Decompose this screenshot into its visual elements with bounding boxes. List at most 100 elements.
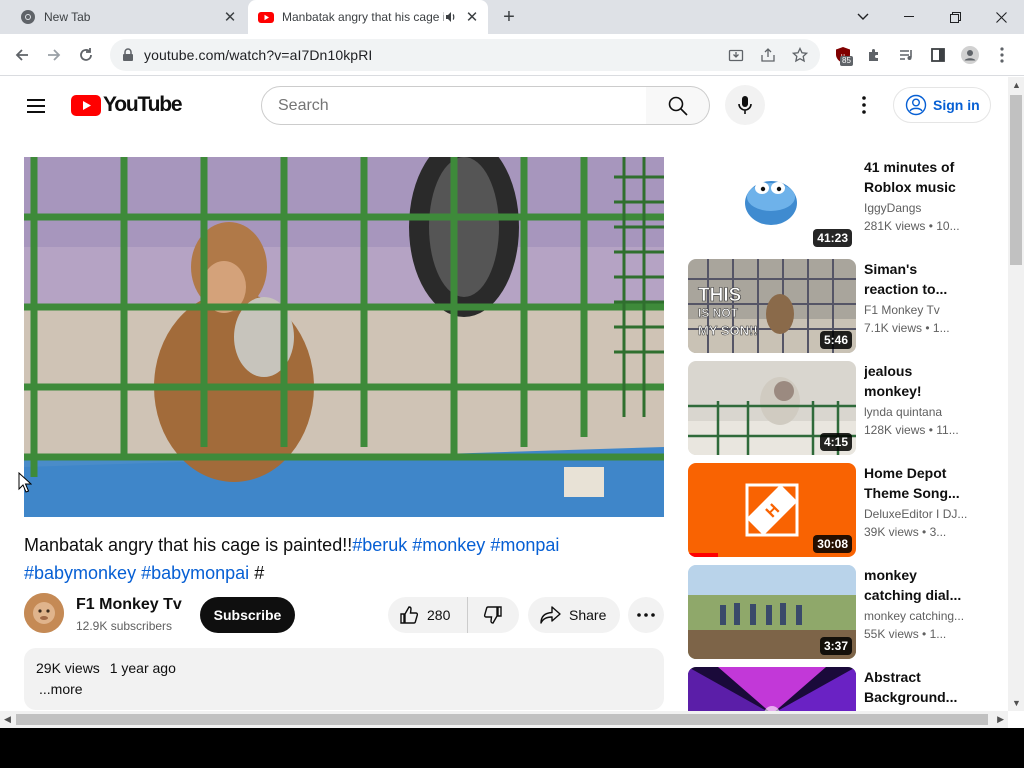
recommended-title[interactable]: jealous monkey!: [864, 361, 968, 401]
horizontal-scrollbar[interactable]: ◀ ▶: [0, 711, 1008, 728]
show-more-link[interactable]: ...more: [39, 681, 652, 697]
recommended-title[interactable]: 41 minutes of Roblox music: [864, 157, 968, 197]
recommended-title[interactable]: Home Depot Theme Song...: [864, 463, 968, 503]
hashtag-link[interactable]: #babymonkey: [24, 563, 136, 583]
new-tab-button[interactable]: +: [497, 5, 521, 29]
close-window-button[interactable]: [978, 0, 1024, 34]
video-thumbnail[interactable]: 3:37: [688, 565, 856, 659]
hashtag-link[interactable]: #monpai: [490, 535, 559, 555]
chrome-menu-icon[interactable]: [991, 44, 1013, 66]
like-count: 280: [427, 607, 451, 623]
extension-badge: 85: [840, 56, 853, 66]
scroll-left-arrow-icon[interactable]: ◀: [4, 714, 11, 725]
recommended-channel[interactable]: F1 Monkey Tv: [864, 303, 968, 317]
voice-search-button[interactable]: [725, 85, 765, 125]
video-player[interactable]: [24, 157, 664, 517]
more-horizontal-icon: [637, 613, 655, 617]
youtube-logo[interactable]: YouTube: [71, 93, 183, 117]
recommended-title[interactable]: Siman's reaction to...: [864, 259, 968, 299]
recommended-title[interactable]: monkey catching dial...: [864, 565, 968, 605]
video-duration: 41:23: [813, 229, 852, 247]
scroll-right-arrow-icon[interactable]: ▶: [997, 714, 1004, 725]
recommended-video[interactable]: 3:37 monkey catching dial... monkey catc…: [688, 565, 988, 659]
share-page-icon[interactable]: [758, 45, 778, 65]
media-control-icon[interactable]: [895, 44, 917, 66]
reload-button[interactable]: [72, 41, 100, 69]
side-panel-icon[interactable]: [927, 44, 949, 66]
url-text[interactable]: youtube.com/watch?v=aI7Dn10kpRI: [144, 47, 372, 63]
view-and-date: 29K views 1 year ago: [36, 660, 652, 676]
recommended-video[interactable]: THIS IS NOT MY SON!! 5:46 Siman's reaction…: [688, 259, 988, 353]
description-box[interactable]: 29K views 1 year ago ...more: [24, 648, 664, 710]
ublock-extension-icon[interactable]: u 85: [832, 44, 854, 66]
minimize-button[interactable]: [886, 0, 932, 34]
close-tab-icon[interactable]: ✕: [462, 7, 482, 27]
sign-in-button[interactable]: Sign in: [893, 87, 991, 123]
tab-new-tab[interactable]: New Tab ✕: [8, 0, 246, 34]
horizontal-scroll-thumb[interactable]: [16, 714, 988, 725]
title-tail: #: [254, 563, 265, 583]
scroll-down-arrow-icon[interactable]: ▼: [1012, 698, 1021, 708]
video-frame-image: [24, 157, 664, 517]
recommended-channel[interactable]: lynda quintana: [864, 405, 968, 419]
tab-strip: New Tab ✕ Manbatak angry that his cage i…: [0, 0, 1024, 34]
restore-button[interactable]: [932, 0, 978, 34]
scroll-up-arrow-icon[interactable]: ▲: [1012, 80, 1021, 90]
more-actions-button[interactable]: [628, 597, 664, 633]
recommended-video[interactable]: 41:23 41 minutes of Roblox music IggyDan…: [688, 157, 988, 251]
recommended-meta: 55K views • 1...: [864, 627, 947, 641]
recommended-title[interactable]: Abstract Background...: [864, 667, 968, 707]
video-title-text: Manbatak angry that his cage is painted!…: [24, 535, 353, 555]
subscriber-count: 12.9K subscribers: [76, 619, 173, 633]
extensions-puzzle-icon[interactable]: [863, 44, 885, 66]
svg-text:THIS: THIS: [698, 285, 741, 306]
hashtag-link[interactable]: #babymonpai: [141, 563, 249, 583]
mouse-cursor-icon: [18, 472, 32, 493]
thumbs-down-icon: [483, 606, 502, 624]
recommended-channel[interactable]: monkey catching...: [864, 609, 968, 623]
hashtag-link[interactable]: #monkey: [412, 535, 485, 555]
settings-kebab-icon[interactable]: [852, 93, 876, 117]
subscribe-button[interactable]: Subscribe: [200, 597, 295, 633]
recommended-channel[interactable]: IggyDangs: [864, 201, 968, 215]
youtube-play-logo-icon: [71, 94, 101, 116]
tab-search-icon[interactable]: [840, 0, 886, 34]
video-duration: 3:37: [819, 637, 852, 655]
recommended-video[interactable]: 4:15 jealous monkey! lynda quintana 128K…: [688, 361, 988, 455]
bookmark-star-icon[interactable]: [790, 45, 810, 65]
recommended-meta: 7.1K views • 1...: [864, 321, 950, 335]
search-button[interactable]: [646, 86, 710, 125]
hashtag-link[interactable]: #beruk: [352, 535, 407, 555]
audio-playing-icon[interactable]: [444, 10, 458, 24]
channel-avatar[interactable]: [24, 593, 64, 633]
thumbs-up-icon: [400, 606, 419, 624]
tab-title: Manbatak angry that his cage is painted!…: [282, 10, 444, 24]
recommended-channel[interactable]: DeluxeEditor I DJ...: [864, 507, 968, 521]
profile-avatar-icon[interactable]: [959, 44, 981, 66]
tab-youtube-video[interactable]: Manbatak angry that his cage is painted!…: [248, 0, 488, 34]
share-button[interactable]: Share: [528, 597, 620, 633]
close-tab-icon[interactable]: ✕: [220, 7, 240, 27]
install-app-icon[interactable]: [726, 45, 746, 65]
lock-icon[interactable]: [121, 48, 135, 62]
address-bar[interactable]: youtube.com/watch?v=aI7Dn10kpRI: [110, 39, 820, 71]
chrome-icon: [21, 10, 35, 24]
recommended-meta: 39K views • 3...: [864, 525, 947, 539]
youtube-header: YouTube Search Sign in: [0, 77, 1008, 133]
channel-name[interactable]: F1 Monkey Tv: [76, 596, 182, 614]
sign-in-label: Sign in: [933, 97, 980, 113]
video-thumbnail[interactable]: 41:23: [688, 157, 856, 251]
dislike-button[interactable]: [468, 597, 518, 633]
hamburger-menu-icon[interactable]: [24, 94, 48, 118]
video-thumbnail[interactable]: 4:15: [688, 361, 856, 455]
upload-age: 1 year ago: [109, 660, 176, 676]
vertical-scroll-thumb[interactable]: [1010, 95, 1022, 265]
search-input[interactable]: Search: [261, 86, 647, 125]
like-button[interactable]: 280: [388, 597, 468, 633]
video-thumbnail[interactable]: THIS IS NOT MY SON!! 5:46: [688, 259, 856, 353]
vertical-scrollbar[interactable]: ▲ ▼: [1008, 77, 1024, 711]
forward-button[interactable]: [40, 41, 68, 69]
recommended-video[interactable]: H 30:08 Home Depot Theme Song... DeluxeE…: [688, 463, 988, 557]
back-button[interactable]: [8, 41, 36, 69]
video-thumbnail[interactable]: H 30:08: [688, 463, 856, 557]
